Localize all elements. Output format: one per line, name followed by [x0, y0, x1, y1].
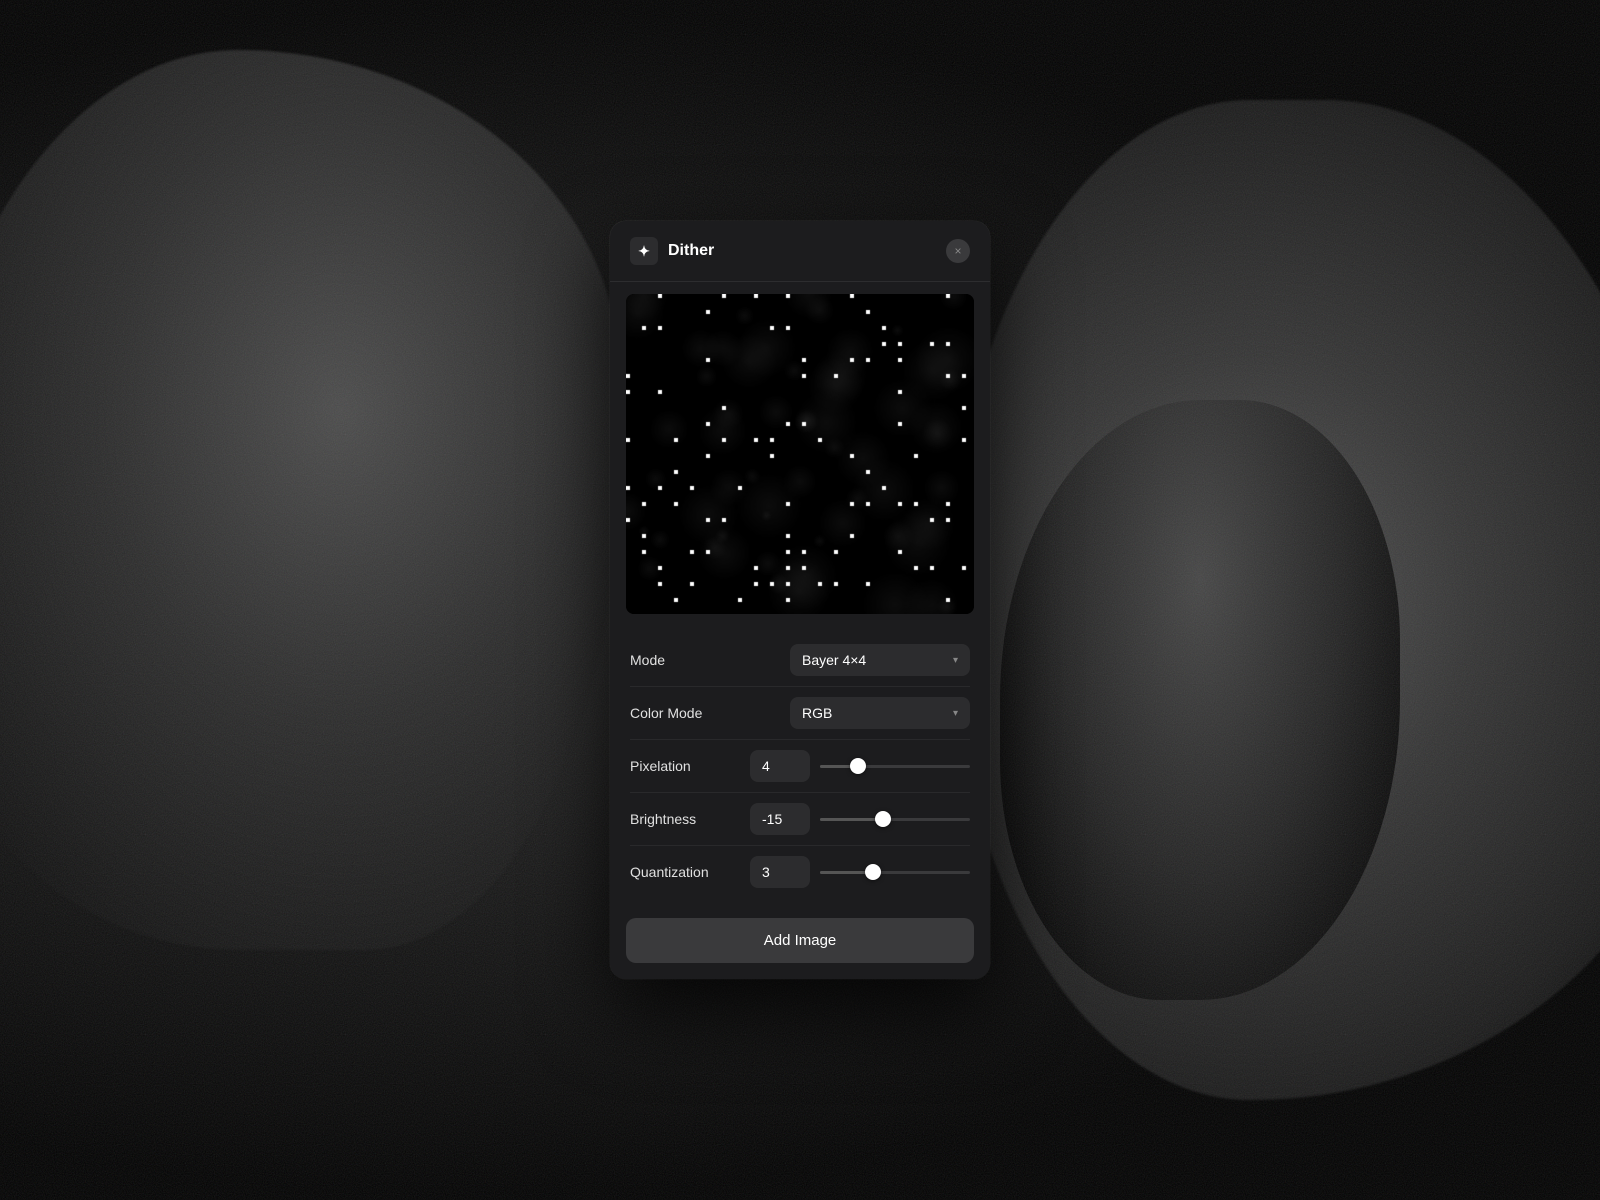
brightness-control-right: -15 — [750, 803, 970, 835]
mode-row: Mode Bayer 4×4 ▾ — [630, 634, 970, 687]
mode-dropdown[interactable]: Bayer 4×4 ▾ — [790, 644, 970, 676]
close-button[interactable]: × — [946, 239, 970, 263]
pixelation-control-right: 4 — [750, 750, 970, 782]
quantization-thumb[interactable] — [865, 864, 881, 880]
brightness-track — [820, 818, 970, 821]
color-mode-row: Color Mode RGB ▾ — [630, 687, 970, 740]
mode-label: Mode — [630, 652, 750, 668]
title-area: ✦ Dither — [630, 237, 714, 265]
add-image-button[interactable]: Add Image — [626, 918, 974, 963]
color-mode-label: Color Mode — [630, 705, 750, 721]
pixelation-row: Pixelation 4 — [630, 740, 970, 793]
quantization-control-right: 3 — [750, 856, 970, 888]
color-mode-dropdown[interactable]: RGB ▾ — [790, 697, 970, 729]
close-icon: × — [954, 245, 961, 257]
brightness-thumb[interactable] — [875, 811, 891, 827]
dither-preview-canvas — [626, 294, 974, 614]
app-icon: ✦ — [630, 237, 658, 265]
color-mode-dropdown-value: RGB — [802, 705, 945, 721]
mode-chevron-icon: ▾ — [953, 655, 958, 666]
quantization-slider[interactable] — [820, 862, 970, 882]
mode-control-right: Bayer 4×4 ▾ — [750, 644, 970, 676]
pixelation-value[interactable]: 4 — [750, 750, 810, 782]
preview-area — [626, 294, 974, 614]
dither-dialog: ✦ Dither × Mode Bayer 4×4 ▾ Color Mode — [610, 221, 990, 979]
quantization-track — [820, 871, 970, 874]
dialog-header: ✦ Dither × — [610, 221, 990, 282]
quantization-label: Quantization — [630, 864, 750, 880]
brightness-fill — [820, 818, 883, 821]
color-mode-control-right: RGB ▾ — [750, 697, 970, 729]
pixelation-label: Pixelation — [630, 758, 750, 774]
quantization-value[interactable]: 3 — [750, 856, 810, 888]
quantization-row: Quantization 3 — [630, 846, 970, 898]
brightness-slider[interactable] — [820, 809, 970, 829]
brightness-row: Brightness -15 — [630, 793, 970, 846]
controls-panel: Mode Bayer 4×4 ▾ Color Mode RGB ▾ Pixela… — [610, 626, 990, 914]
pixelation-track — [820, 765, 970, 768]
brightness-label: Brightness — [630, 811, 750, 827]
pixelation-slider[interactable] — [820, 756, 970, 776]
mode-dropdown-value: Bayer 4×4 — [802, 652, 945, 668]
pixelation-thumb[interactable] — [850, 758, 866, 774]
brightness-value[interactable]: -15 — [750, 803, 810, 835]
dialog-title: Dither — [668, 242, 714, 260]
color-mode-chevron-icon: ▾ — [953, 708, 958, 719]
